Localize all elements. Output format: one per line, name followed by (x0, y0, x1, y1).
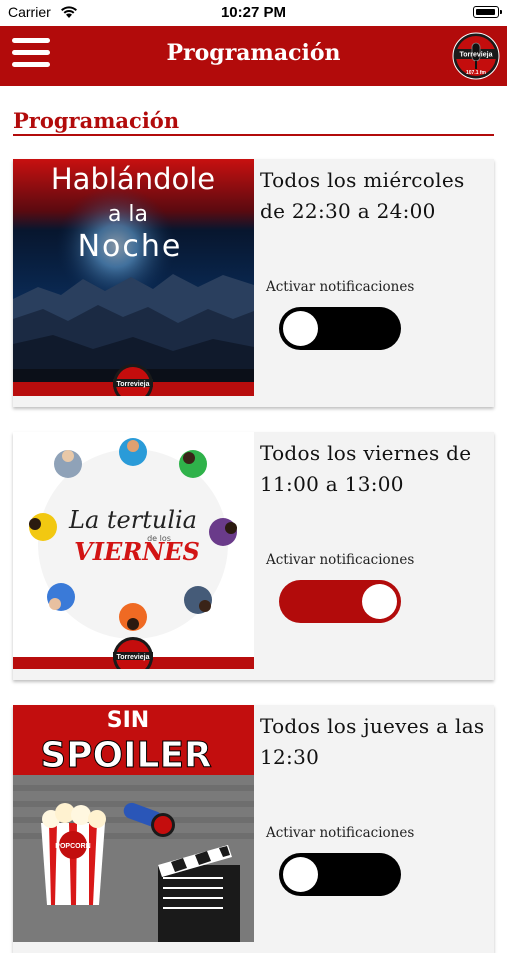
logo-text: Torrevieja (460, 52, 493, 59)
program-card[interactable]: La tertulia de los VIERNES Torrevieja To… (13, 432, 494, 680)
notifications-label: Activar notificaciones (266, 825, 415, 841)
nav-title: Programación (166, 40, 341, 66)
notifications-label: Activar notificaciones (266, 279, 415, 295)
logo-frequency: 107.1 fm (466, 70, 487, 76)
program-artwork: Hablándole a la Noche Torrevieja (13, 159, 254, 396)
program-card[interactable]: SIN SPOILER POPCORN Todos los jueves a l… (13, 705, 494, 953)
section-title: Programación (13, 108, 180, 133)
artwork-title-line3: VIERNES (74, 537, 200, 566)
notifications-toggle[interactable] (279, 307, 401, 350)
notifications-toggle[interactable] (279, 853, 401, 896)
artwork-title-line1: SIN (107, 708, 149, 733)
clock: 10:27 PM (220, 4, 287, 21)
program-artwork: SIN SPOILER POPCORN (13, 705, 254, 942)
artwork-title-line1: La tertulia (68, 506, 197, 534)
program-schedule: Todos los jueves a las 12:30 (260, 714, 485, 769)
toggle-knob (362, 584, 397, 619)
nav-bar: Programación Torrevieja 107.1 fm (0, 26, 507, 86)
program-artwork: La tertulia de los VIERNES Torrevieja (13, 432, 254, 669)
program-card[interactable]: Hablándole a la Noche Torrevieja Todos l… (13, 159, 494, 407)
program-schedule: Todos los viernes de 11:00 a 13:00 (260, 441, 472, 496)
toggle-knob (283, 311, 318, 346)
artwork-badge: Torrevieja (117, 381, 150, 388)
artwork-title-line3: Noche (78, 229, 183, 264)
notifications-label: Activar notificaciones (266, 552, 415, 568)
radio-logo: Torrevieja 107.1 fm (452, 32, 500, 80)
artwork-title-line2: SPOILER (40, 735, 212, 776)
status-bar: Carrier 10:27 PM (0, 0, 507, 26)
section-divider (13, 134, 494, 136)
artwork-badge: Torrevieja (117, 654, 150, 661)
battery-icon (473, 6, 502, 18)
artwork-title-line1: Hablándole (51, 162, 215, 196)
program-schedule: Todos los miércoles de 22:30 a 24:00 (260, 168, 465, 223)
artwork-title-line2: a la (108, 202, 148, 227)
notifications-toggle[interactable] (279, 580, 401, 623)
toggle-knob (283, 857, 318, 892)
artwork-popcorn-label: POPCORN (55, 843, 90, 850)
